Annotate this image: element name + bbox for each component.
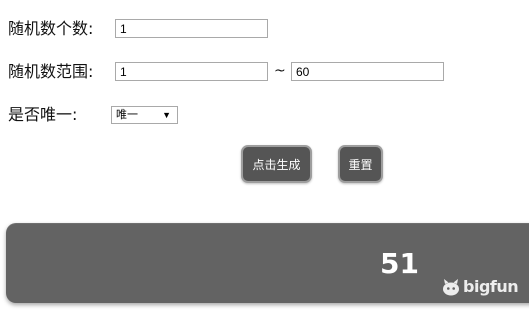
generate-button[interactable]: 点击生成 (241, 145, 312, 183)
range-separator: ~ (274, 63, 286, 79)
count-row: 随机数个数: (8, 17, 93, 41)
reset-button-label: 重置 (348, 157, 373, 172)
range-max-input[interactable]: 60 (291, 62, 444, 81)
reset-button[interactable]: 重置 (338, 145, 383, 183)
result-value: 51 (380, 247, 419, 280)
count-input[interactable]: 1 (115, 19, 268, 38)
unique-row: 是否唯一: (8, 103, 77, 127)
dropdown-arrow-icon: ▼ (162, 110, 171, 120)
range-label: 随机数范围: (8, 62, 94, 81)
count-label: 随机数个数: (8, 19, 94, 38)
unique-select-value: 唯一 (116, 109, 138, 121)
range-min-input[interactable]: 1 (115, 62, 268, 81)
bigfun-logo-icon (443, 278, 459, 295)
range-row: 随机数范围: (8, 60, 93, 84)
unique-select[interactable]: 唯一 ▼ (111, 106, 178, 124)
generate-button-label: 点击生成 (252, 157, 301, 172)
unique-label: 是否唯一: (8, 105, 78, 124)
watermark: bigfun (441, 277, 519, 296)
watermark-text: bigfun (463, 277, 519, 296)
